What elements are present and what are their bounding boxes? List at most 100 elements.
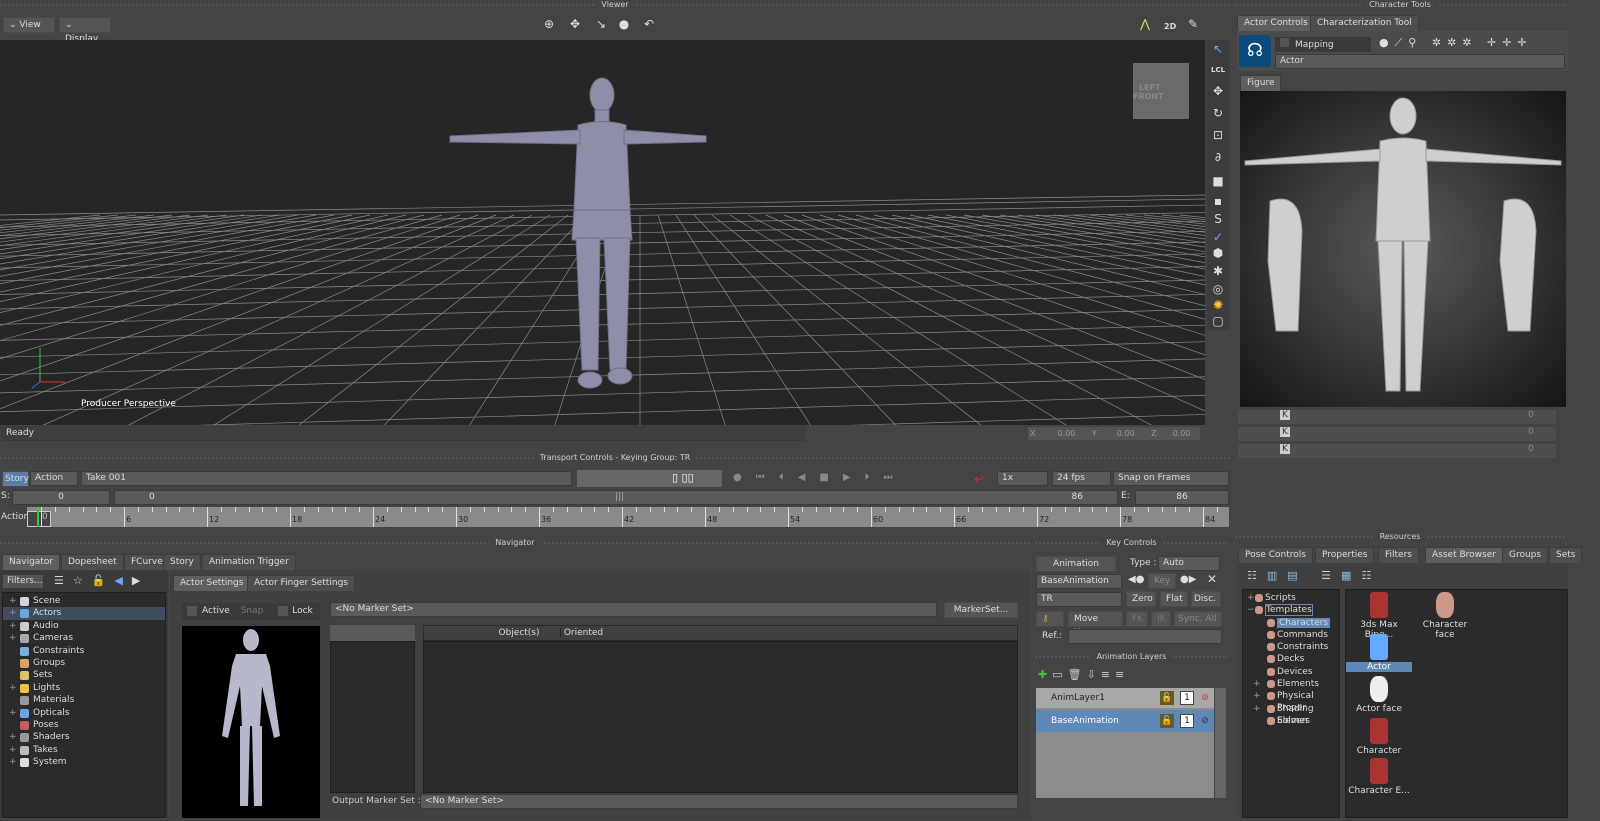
disc-button[interactable]: Disc. <box>1191 591 1221 607</box>
tree-item-sets[interactable]: Sets <box>3 669 165 681</box>
delete-key-icon[interactable]: ✕ <box>1207 572 1217 586</box>
rotate-tool-icon[interactable]: ↻ <box>1211 106 1225 120</box>
scene-tree[interactable]: + Scene + Actors + Audio + Cameras Constraints Gr… <box>2 592 166 818</box>
tree-item-opticals[interactable]: + Opticals <box>3 707 165 719</box>
display-menu-button[interactable]: ⌄ Display <box>59 17 111 44</box>
row-value[interactable]: 0 <box>1528 444 1534 454</box>
marker-set-dropdown[interactable]: <No Marker Set> <box>330 602 937 617</box>
sync-all-button[interactable]: Sync. All <box>1174 611 1222 627</box>
marker-list[interactable] <box>330 641 415 793</box>
actor-preview[interactable] <box>182 626 320 818</box>
actor-selector-icon[interactable]: ☊ <box>1239 35 1271 67</box>
mute-icon[interactable]: ⊘ <box>1198 714 1212 728</box>
lock-icon[interactable]: 🔓 <box>1160 691 1174 705</box>
figure-view[interactable] <box>1240 91 1566 407</box>
end-frame-field[interactable]: 86 <box>1135 490 1229 505</box>
take-dropdown[interactable]: Take 001 <box>81 471 572 486</box>
navigator-toolbar-icons[interactable]: ☰☆🔓◀▶ <box>54 574 149 587</box>
translate-tool-icon[interactable]: ✥ <box>1211 84 1225 98</box>
layer-row-baseanimation[interactable]: BaseAnimation 🔓 1 ⊘ <box>1036 710 1214 732</box>
key-button[interactable]: K <box>1280 427 1290 437</box>
layers-scrollbar[interactable] <box>1215 688 1226 798</box>
solo-toggle[interactable]: 1 <box>1180 691 1194 705</box>
resource-item[interactable]: Commands <box>1243 629 1339 641</box>
move-icon[interactable]: ↘ <box>594 17 608 31</box>
markerset-button[interactable]: MarkerSet... <box>944 602 1018 618</box>
tab-figure[interactable]: Figure <box>1240 75 1282 91</box>
asset-browser-toolbar[interactable]: ☷▥▤ ☰▦☷ <box>1247 569 1381 582</box>
resource-item[interactable]: Constraints <box>1243 641 1339 653</box>
previous-key-icon[interactable]: ◀● <box>1128 574 1144 585</box>
tab-actor-finger-settings[interactable]: Actor Finger Settings <box>247 575 355 591</box>
tree-item-lights[interactable]: + Lights <box>3 682 165 694</box>
view-menu-button[interactable]: ⌄ View <box>3 17 55 33</box>
draw-icon[interactable]: ✎ <box>1186 17 1200 31</box>
zoom-camera-icon[interactable]: ● <box>617 17 631 31</box>
undo-view-icon[interactable]: ↶ <box>642 17 656 31</box>
layer-dropdown[interactable]: BaseAnimation <box>1036 574 1122 589</box>
mute-icon[interactable]: ⊘ <box>1198 691 1212 705</box>
tree-item-cameras[interactable]: + Cameras <box>3 632 165 644</box>
resource-item[interactable]: + Elements <box>1243 678 1339 690</box>
tab-properties[interactable]: Properties <box>1315 547 1375 563</box>
box-icon[interactable]: ▪ <box>1211 194 1225 208</box>
actor-tool-icons[interactable]: ●⟋⚲ ✲✲✲ ✛✛✛ <box>1379 36 1533 50</box>
tab-navigator[interactable]: Navigator <box>2 554 61 570</box>
asset-item[interactable]: Actor face <box>1346 674 1412 714</box>
tree-item-actors[interactable]: + Actors <box>3 607 165 620</box>
tree-item-poses[interactable]: Poses <box>3 719 165 731</box>
view-cube[interactable]: LEFT FRONT <box>1133 63 1189 119</box>
tab-groups[interactable]: Groups <box>1502 547 1549 563</box>
tab-actor-settings[interactable]: Actor Settings <box>173 575 251 591</box>
sun-icon[interactable]: ✺ <box>1211 298 1225 312</box>
loop-icon[interactable]: ↩ <box>972 472 986 486</box>
key-button[interactable]: K <box>1280 444 1290 454</box>
tab-story[interactable]: Story <box>163 554 201 570</box>
layer-row-animlayer1[interactable]: AnimLayer1 🔓 1 ⊘ <box>1036 688 1214 708</box>
objects-table[interactable] <box>423 641 1018 793</box>
row-value[interactable]: 0 <box>1528 410 1534 420</box>
ref-dropdown[interactable] <box>1068 629 1222 644</box>
tree-item-system[interactable]: + System <box>3 756 165 768</box>
output-marker-set-dropdown[interactable]: <No Marker Set> <box>420 794 1018 809</box>
current-frame-marker[interactable]: 0 <box>27 511 51 527</box>
tab-dopesheet[interactable]: Dopesheet <box>61 554 124 570</box>
resource-item[interactable]: + Shading Elemer <box>1243 703 1339 726</box>
tree-item-groups[interactable]: Groups <box>3 657 165 669</box>
tab-sets[interactable]: Sets <box>1549 547 1583 563</box>
resource-item[interactable]: Characters <box>1243 617 1339 629</box>
keying-group-dropdown[interactable]: TR <box>1036 592 1122 607</box>
resource-item[interactable]: + Physical Proper <box>1243 690 1339 713</box>
shape-icon[interactable]: ⬢ <box>1211 246 1225 260</box>
tab-actor-controls[interactable]: Actor Controls <box>1237 15 1315 31</box>
speed-dropdown[interactable]: 1x <box>997 471 1048 486</box>
layer-toolbar-icons[interactable]: ✚▭🗑⇩≡≡ <box>1038 668 1129 681</box>
tab-animation-trigger[interactable]: Animation Trigger <box>202 554 296 570</box>
move-keys-button[interactable]: Move Keys <box>1068 611 1123 638</box>
row-value[interactable]: 0 <box>1528 427 1534 437</box>
ik-button[interactable]: IK <box>1151 611 1171 627</box>
tree-item-takes[interactable]: + Takes <box>3 744 165 756</box>
solo-toggle[interactable]: 1 <box>1180 714 1194 728</box>
layout-toggle[interactable]: ▯ ▯▯ <box>577 470 722 487</box>
tab-filters[interactable]: Filters <box>1378 547 1419 563</box>
next-key-icon[interactable]: ●▶ <box>1180 574 1196 585</box>
trajectory-icon[interactable]: ⋀ <box>1138 17 1152 31</box>
asset-grid[interactable]: 3ds Max Bipe...Character faceActorActor … <box>1345 589 1568 818</box>
mode-2d-button[interactable]: 2D <box>1164 22 1176 31</box>
tree-item-shaders[interactable]: + Shaders <box>3 731 165 743</box>
lock-icon[interactable]: 🔓 <box>1160 714 1174 728</box>
resource-tree[interactable]: + Scripts − Templates Characters Commands Cons… <box>1242 589 1340 818</box>
light-icon[interactable]: ✓ <box>1211 230 1225 244</box>
fps-dropdown[interactable]: 24 fps <box>1052 471 1111 486</box>
resource-item[interactable]: + Scripts <box>1243 592 1339 604</box>
mapping-checkbox[interactable]: Mapping <box>1275 37 1371 52</box>
asset-item[interactable]: Character face <box>1412 590 1478 640</box>
camera-icon[interactable]: ◎ <box>1211 282 1225 296</box>
cube-icon[interactable]: ■ <box>1211 174 1225 188</box>
active-checkbox[interactable] <box>187 605 197 616</box>
tab-asset-browser[interactable]: Asset Browser <box>1425 547 1503 563</box>
timeline-ruler[interactable]: 0 6 12 18 24 30 36 42 48 54 60 66 72 78 84 <box>27 507 1229 527</box>
resource-item[interactable]: − Templates <box>1243 604 1339 617</box>
actor-dropdown[interactable]: Actor <box>1275 54 1565 69</box>
